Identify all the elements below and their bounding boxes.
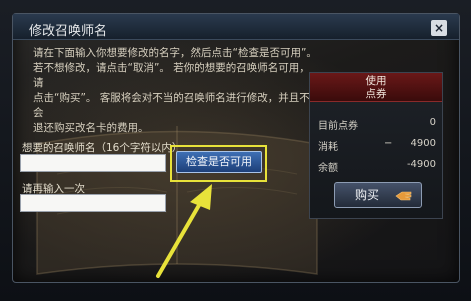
instruction-line: 若不想修改，请点击“取消”。 若你的想要的召唤师名可用，请: [33, 62, 310, 89]
instruction-line: 退还购买改名卡的费用。: [33, 122, 149, 134]
buy-button-label: 购买: [355, 188, 380, 202]
dialog-title: 修改召唤师名: [29, 24, 108, 39]
row-value: 0: [429, 117, 436, 128]
row-value: -4900: [406, 159, 436, 170]
screen-background: 修改召唤师名 × 请在下面输入你想要修改的名字，然后点击“检查是否可用”。 若不…: [0, 0, 471, 301]
current-points-row: 目前点券 0: [318, 117, 436, 132]
row-mark: −: [384, 138, 393, 149]
cost-row: 消耗 − 4900: [318, 138, 436, 153]
balance-row: 余额 -4900: [318, 159, 436, 174]
buy-button[interactable]: 购买: [334, 182, 422, 208]
instruction-line: 点击“购买”。 客服将会对不当的召唤师名进行修改，并且不会: [33, 92, 310, 119]
points-header-line: 点券: [365, 88, 387, 100]
row-label: 目前点券: [318, 121, 358, 132]
summoner-name-label: 想要的召唤师名（16个字符以内）: [22, 142, 183, 154]
dialog-title-bar: 修改召唤师名 ×: [13, 14, 459, 40]
points-header-line: 使用: [365, 75, 387, 87]
pointer-arrow-icon: [156, 184, 212, 278]
close-button[interactable]: ×: [431, 20, 447, 36]
row-label: 余额: [318, 163, 338, 174]
points-header: 使用 点券: [310, 73, 442, 102]
summoner-name-input[interactable]: [20, 154, 166, 172]
row-value: 4900: [410, 138, 436, 149]
hand-icon: [395, 191, 412, 201]
confirm-name-input[interactable]: [20, 194, 166, 212]
instruction-line: 请在下面输入你想要修改的名字，然后点击“检查是否可用”。: [33, 47, 317, 59]
points-panel: 使用 点券 目前点券 0 消耗 − 4900 余额 -4900 购买: [309, 72, 443, 219]
check-availability-button[interactable]: 检查是否可用: [176, 151, 262, 173]
row-label: 消耗: [318, 142, 338, 153]
instructions-text: 请在下面输入你想要修改的名字，然后点击“检查是否可用”。 若不想修改，请点击“取…: [33, 46, 319, 136]
